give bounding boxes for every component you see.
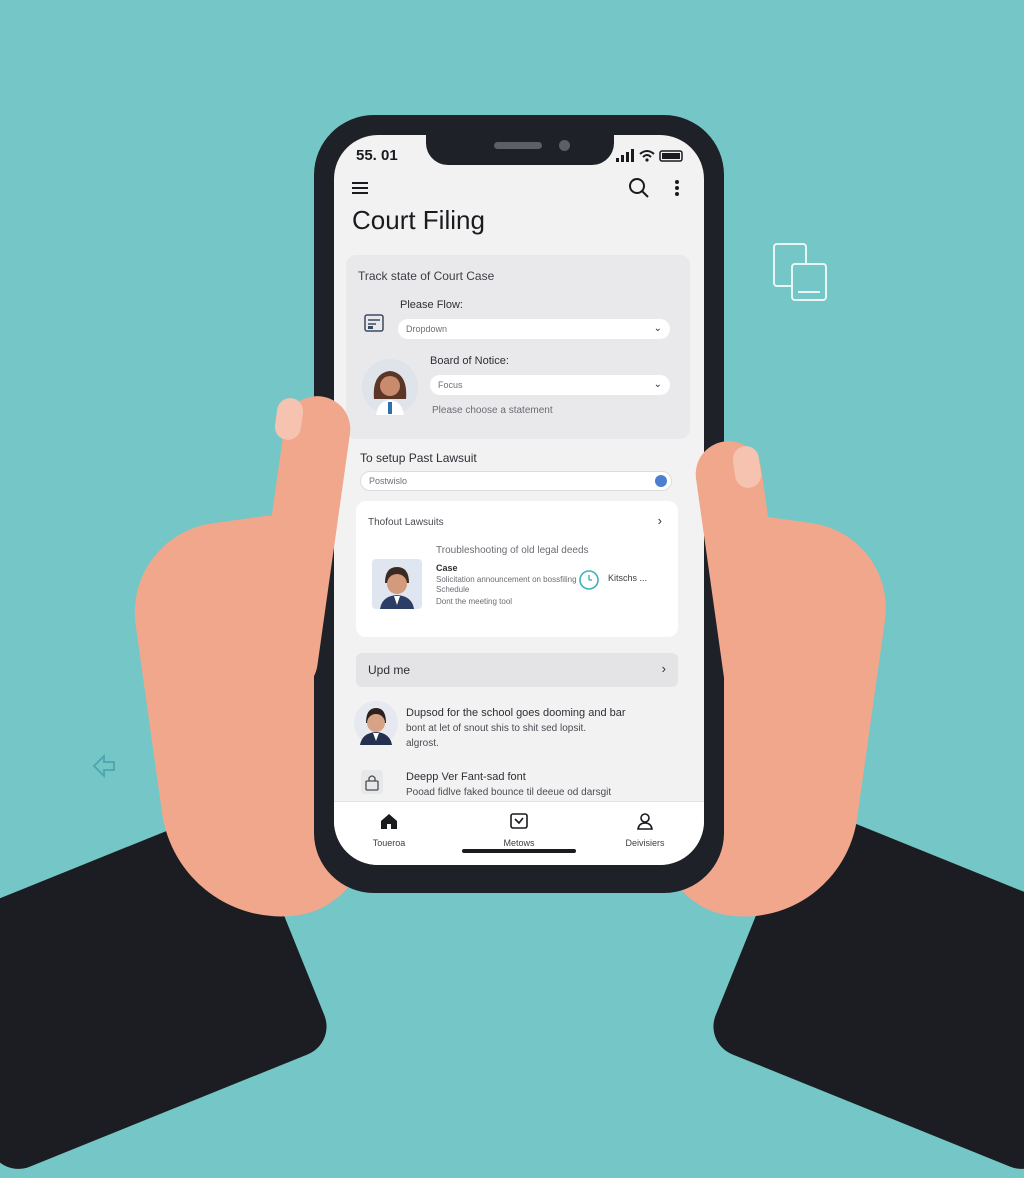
case-side-label: Kitschs ... bbox=[608, 573, 648, 583]
field1-label: Please Flow: bbox=[400, 299, 463, 311]
status-icons bbox=[616, 149, 683, 162]
box-icon bbox=[510, 813, 528, 829]
home-indicator bbox=[462, 849, 576, 853]
page-title: Court Filing bbox=[352, 205, 485, 235]
panel-heading: Track state of Court Case bbox=[358, 269, 495, 283]
updates-label: Upd me bbox=[368, 663, 411, 677]
section-title: To setup Past Lawsuit bbox=[360, 451, 477, 465]
message2-body: Pooad fidlve faked bounce til deeue od d… bbox=[406, 787, 612, 798]
phone-camera bbox=[559, 140, 570, 151]
nav-home[interactable]: Toueroa bbox=[344, 812, 434, 848]
overlapping-squares-icon bbox=[773, 243, 827, 301]
chevron-down-icon: ⌄ bbox=[653, 379, 662, 390]
phone-speaker bbox=[494, 142, 542, 149]
lawsuit-search-field[interactable]: Postwislo bbox=[360, 471, 672, 491]
field2-note: Please choose a statement bbox=[432, 405, 553, 416]
arrow-cursor-icon bbox=[92, 753, 115, 779]
search-icon[interactable] bbox=[628, 177, 650, 199]
nav-profile-label: Deivisiers bbox=[625, 838, 665, 848]
chevron-down-icon: ⌄ bbox=[653, 323, 662, 334]
nav-profile[interactable]: Deivisiers bbox=[600, 812, 690, 848]
nav-messages[interactable]: Metows bbox=[474, 812, 564, 848]
chevron-right-icon[interactable]: › bbox=[658, 513, 662, 528]
more-vertical-icon[interactable] bbox=[674, 179, 680, 197]
lawsuit-card[interactable]: Thofout Lawsuits › Troubleshooting of ol… bbox=[356, 501, 678, 637]
updates-row[interactable]: Upd me › bbox=[356, 653, 678, 687]
document-icon bbox=[364, 314, 384, 332]
message1-title: Dupsod for the school goes dooming and b… bbox=[406, 707, 626, 719]
field2-label: Board of Notice: bbox=[430, 355, 509, 367]
avatar-man-small bbox=[354, 701, 398, 745]
status-time: 55. 01 bbox=[356, 147, 398, 164]
search-field-value: Postwislo bbox=[369, 476, 408, 486]
lawsuit-card-heading: Thofout Lawsuits bbox=[368, 517, 444, 528]
detail-heading: Troubleshooting of old legal deeds bbox=[436, 545, 589, 556]
case-name: Case bbox=[436, 563, 458, 573]
message1-body: bont at let of snout shis to shit sed lo… bbox=[406, 723, 587, 734]
phone-screen: 55. 01 Court Filing Track state of Court… bbox=[334, 135, 704, 865]
nav-home-label: Toueroa bbox=[372, 838, 406, 848]
message1-body-cont: algrost. bbox=[406, 738, 439, 749]
avatar-man bbox=[372, 559, 422, 609]
field1-select[interactable]: Dropdown ⌄ bbox=[398, 319, 670, 339]
case-tracking-panel: Track state of Court Case Please Flow: D… bbox=[346, 255, 690, 439]
message2-title: Deepp Ver Fant-sad font bbox=[406, 771, 526, 783]
bottom-nav: Toueroa Metows Deivisiers bbox=[334, 801, 704, 865]
field1-value: Dropdown bbox=[406, 324, 448, 334]
clock-icon bbox=[579, 570, 599, 590]
search-toggle-icon[interactable] bbox=[655, 475, 667, 487]
field2-value: Focus bbox=[438, 380, 463, 390]
chevron-right-icon[interactable]: › bbox=[662, 661, 666, 676]
nav-messages-label: Metows bbox=[503, 838, 535, 848]
menu-icon[interactable] bbox=[352, 181, 370, 195]
avatar-woman bbox=[362, 359, 418, 415]
lock-doc-icon bbox=[361, 770, 383, 794]
case-line2: Schedule bbox=[436, 585, 470, 594]
case-line1: Solicitation announcement on bossfiling bbox=[436, 575, 577, 584]
home-icon bbox=[381, 814, 397, 829]
field2-select[interactable]: Focus ⌄ bbox=[430, 375, 670, 395]
case-line3: Dont the meeting tool bbox=[436, 597, 513, 606]
phone-notch bbox=[426, 135, 614, 165]
person-icon bbox=[637, 813, 653, 830]
